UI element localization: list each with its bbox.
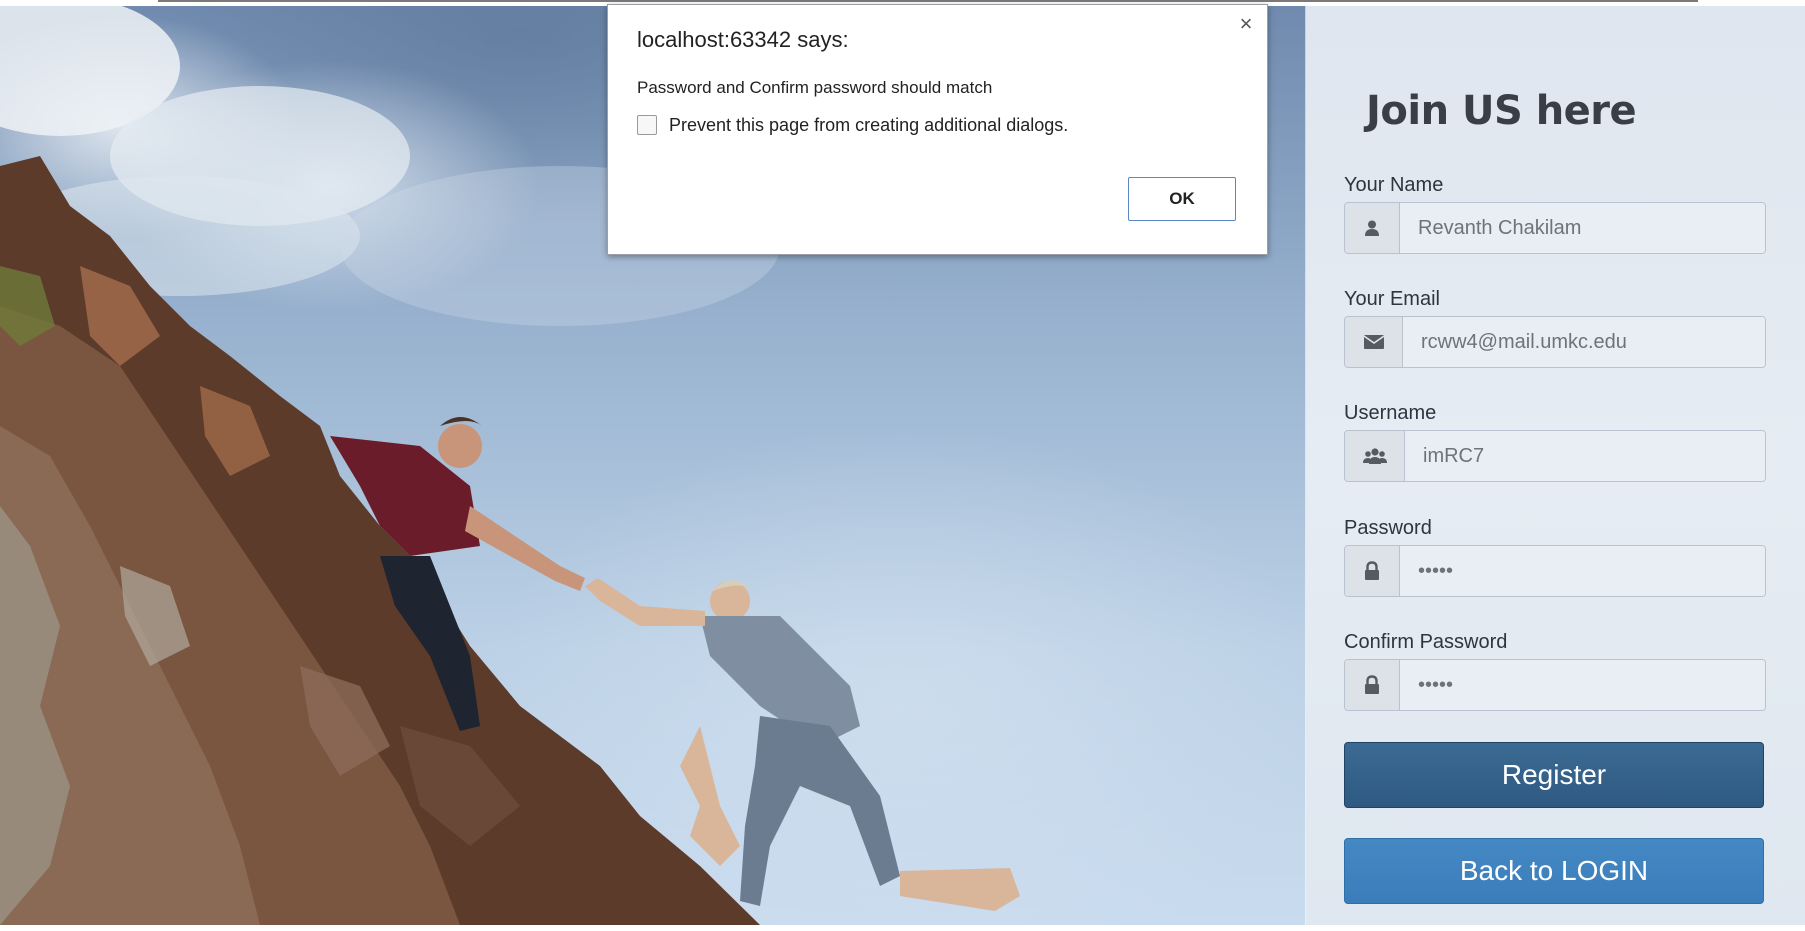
name-input[interactable]	[1400, 203, 1765, 253]
lock-icon	[1345, 546, 1400, 596]
name-input-group	[1344, 202, 1766, 254]
prevent-dialogs-label[interactable]: Prevent this page from creating addition…	[669, 115, 1068, 136]
password-input-group	[1344, 545, 1766, 597]
email-label: Your Email	[1344, 288, 1440, 310]
prevent-dialogs-checkbox[interactable]	[637, 115, 657, 135]
username-input-group	[1344, 430, 1766, 482]
form-heading: Join US here	[1366, 88, 1637, 134]
name-label: Your Name	[1344, 174, 1444, 196]
window-top-edge	[158, 0, 1698, 2]
confirm-password-input-group	[1344, 659, 1766, 711]
dialog-title: localhost:63342 says:	[637, 27, 849, 52]
email-input-group	[1344, 316, 1766, 368]
password-input[interactable]	[1400, 546, 1765, 596]
register-panel: Join US here Your Name Your Email Userna…	[1306, 6, 1805, 925]
register-button[interactable]: Register	[1344, 742, 1764, 808]
ok-button[interactable]: OK	[1128, 177, 1236, 221]
user-icon	[1345, 203, 1400, 253]
confirm-password-input[interactable]	[1400, 660, 1765, 710]
back-to-login-button[interactable]: Back to LOGIN	[1344, 838, 1764, 904]
password-label: Password	[1344, 517, 1432, 539]
envelope-icon	[1345, 317, 1403, 367]
dialog-message: Password and Confirm password should mat…	[637, 78, 993, 97]
email-input[interactable]	[1403, 317, 1765, 367]
confirm-password-label: Confirm Password	[1344, 631, 1508, 653]
close-icon[interactable]: ×	[1235, 13, 1257, 35]
alert-dialog: localhost:63342 says: × Password and Con…	[607, 4, 1268, 255]
username-label: Username	[1344, 402, 1437, 424]
window-bottom-edge	[0, 925, 1805, 931]
username-input[interactable]	[1405, 431, 1765, 481]
users-icon	[1345, 431, 1405, 481]
lock-icon	[1345, 660, 1400, 710]
